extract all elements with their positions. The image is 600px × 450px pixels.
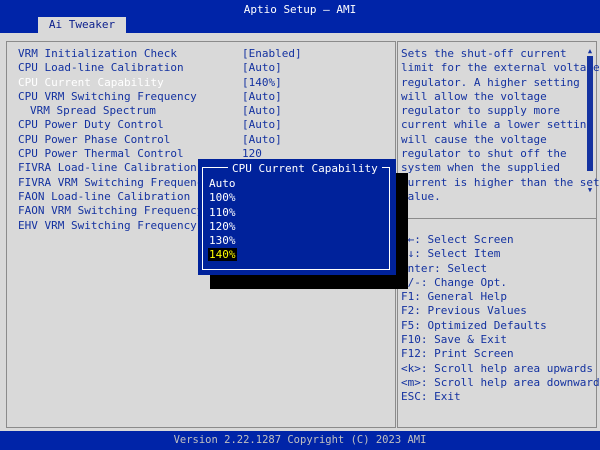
setting-value[interactable]: [Auto] [242, 61, 282, 75]
key-scroll-up: <k>: Scroll help area upwards [401, 361, 594, 375]
key-f2: F2: Previous Values [401, 304, 527, 318]
key-select-item: ↑↓: Select Item [401, 247, 501, 261]
setting-cpu-vrm-switching-frequency[interactable]: CPU VRM Switching Frequency [Auto] [18, 90, 388, 104]
popup-title: CPU Current Capability [228, 162, 382, 176]
option-label: Auto [209, 177, 236, 190]
setting-label: CPU VRM Switching Frequency [18, 89, 197, 103]
option-popup: CPU Current Capability Auto 100% 110% 12… [198, 159, 396, 275]
option-label: 100% [209, 191, 236, 205]
setting-label: CPU Current Capability [18, 75, 164, 89]
setting-label: FIVRA Load-line Calibration [18, 161, 197, 175]
key-scroll-down: <m>: Scroll help area downwards [401, 375, 600, 389]
key-f5: F5: Optimized Defaults [401, 318, 547, 332]
help-divider [397, 218, 597, 219]
setting-label: FAON VRM Switching Frequency [18, 204, 204, 218]
setting-value[interactable]: [Auto] [242, 104, 282, 118]
setting-vrm-initialization-check[interactable]: VRM Initialization Check [Enabled] [18, 47, 388, 61]
help-text: Sets the shut-off current limit for the … [401, 47, 600, 203]
setting-vrm-spread-spectrum[interactable]: VRM Spread Spectrum [Auto] [18, 104, 388, 118]
option-110[interactable]: 110% [208, 206, 378, 220]
key-f10: F10: Save & Exit [401, 333, 507, 347]
setting-value[interactable]: [Enabled] [242, 47, 302, 61]
setting-label: CPU Power Duty Control [18, 118, 164, 132]
option-100[interactable]: 100% [208, 191, 378, 205]
footer-version: Version 2.22.1287 Copyright (C) 2023 AMI [0, 431, 600, 450]
option-140[interactable]: 140% [208, 248, 378, 262]
option-auto[interactable]: Auto [208, 177, 378, 191]
scrollbar-thumb[interactable] [587, 56, 593, 171]
key-change-opt: +/-: Change Opt. [401, 275, 507, 289]
app-title: Aptio Setup – AMI [243, 3, 357, 16]
setting-label: VRM Spread Spectrum [30, 104, 156, 118]
header-bar: Aptio Setup – AMI Ai Tweaker [0, 0, 600, 33]
setting-value[interactable]: [140%] [242, 76, 282, 90]
option-130[interactable]: 130% [208, 234, 378, 248]
setting-value[interactable]: [Auto] [242, 90, 282, 104]
setting-cpu-power-duty-control[interactable]: CPU Power Duty Control [Auto] [18, 118, 388, 132]
key-legend: →←: Select Screen ↑↓: Select Item Enter:… [401, 233, 600, 405]
option-label: 140% [208, 248, 237, 262]
setting-label: CPU Load-line Calibration [18, 61, 184, 75]
setting-label: FAON Load-line Calibration [18, 189, 191, 203]
setting-label: FIVRA VRM Switching Frequency [18, 175, 211, 189]
setting-value[interactable]: [Auto] [242, 133, 282, 147]
scroll-up-arrow-icon[interactable]: ▲ [586, 48, 594, 55]
key-f1: F1: General Help [401, 290, 507, 304]
help-scrollbar[interactable]: ▲ ▼ [586, 48, 594, 194]
option-label: 130% [209, 234, 236, 248]
option-label: 110% [209, 205, 236, 219]
setting-cpu-current-capability[interactable]: CPU Current Capability [140%] [18, 76, 388, 90]
setting-label: CPU Power Phase Control [18, 132, 171, 146]
key-f12: F12: Print Screen [401, 347, 514, 361]
tab-ai-tweaker[interactable]: Ai Tweaker [38, 17, 126, 33]
option-label: 120% [209, 219, 236, 233]
key-esc: ESC: Exit [401, 390, 461, 404]
popup-options: Auto 100% 110% 120% 130% 140% [208, 177, 378, 263]
option-120[interactable]: 120% [208, 220, 378, 234]
setting-value[interactable]: [Auto] [242, 118, 282, 132]
setting-label: CPU Power Thermal Control [18, 147, 184, 161]
setting-cpu-load-line-calibration[interactable]: CPU Load-line Calibration [Auto] [18, 61, 388, 75]
setting-cpu-power-phase-control[interactable]: CPU Power Phase Control [Auto] [18, 133, 388, 147]
key-enter: Enter: Select [401, 261, 488, 275]
setting-label: EHV VRM Switching Frequency [18, 218, 197, 232]
scroll-down-arrow-icon[interactable]: ▼ [586, 187, 594, 194]
key-select-screen: →←: Select Screen [401, 233, 514, 246]
setting-label: VRM Initialization Check [18, 47, 177, 60]
